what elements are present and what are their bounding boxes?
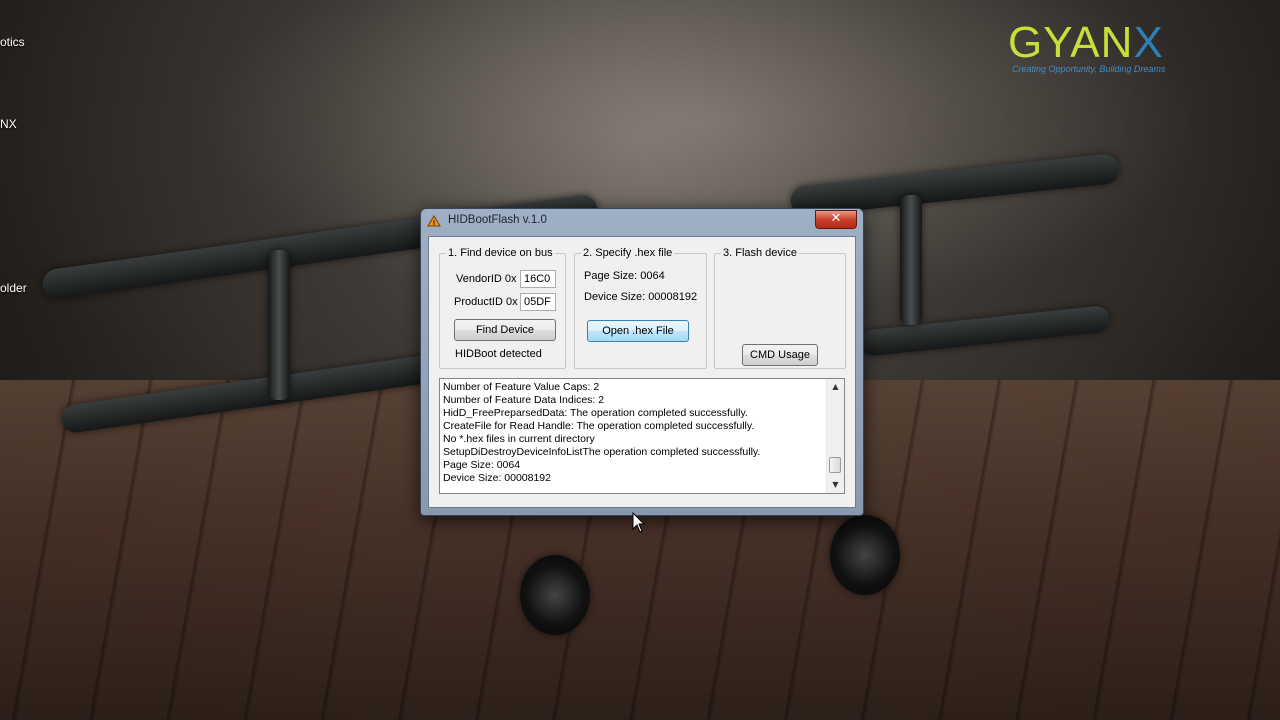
scroll-thumb[interactable] xyxy=(829,457,841,473)
window-title: HIDBootFlash v.1.0 xyxy=(448,214,547,226)
page-size-text: Page Size: 0064 xyxy=(584,270,665,282)
group-specify-hex-legend: 2. Specify .hex file xyxy=(583,247,673,259)
window-titlebar[interactable]: HIDBootFlash v.1.0 ✕ xyxy=(421,209,863,233)
desktop-icon-label[interactable]: older xyxy=(0,281,27,295)
group-find-device-legend: 1. Find device on bus xyxy=(448,247,553,259)
scroll-up-arrow-icon[interactable]: ▲ xyxy=(827,379,844,395)
log-line: Number of Feature Value Caps: 2 xyxy=(443,381,600,393)
app-icon xyxy=(427,215,441,227)
product-id-input[interactable]: 05DF xyxy=(520,293,556,311)
logo-tagline: Creating Opportunity, Building Dreams xyxy=(1012,64,1166,74)
log-line: Device Size: 00008192 xyxy=(443,472,551,484)
logo-wordmark: GYANX xyxy=(1008,18,1208,68)
group-flash-device-legend: 3. Flash device xyxy=(723,247,797,259)
logo-main-text: GYAN xyxy=(1008,18,1134,67)
log-line: Number of Feature Data Indices: 2 xyxy=(443,394,605,406)
desktop-icon-label[interactable]: otics xyxy=(0,35,25,49)
wallpaper-plane-wheel xyxy=(830,515,900,595)
device-status-text: HIDBoot detected xyxy=(455,348,542,360)
brand-logo: GYANX Creating Opportunity, Building Dre… xyxy=(1008,18,1208,74)
log-line: SetupDiDestroyDeviceInfoListThe operatio… xyxy=(443,446,761,458)
log-line: Page Size: 0064 xyxy=(443,459,521,471)
desktop-icon-label[interactable]: NX xyxy=(0,117,17,131)
wallpaper-plane-strut xyxy=(268,250,290,400)
mouse-cursor-icon xyxy=(632,512,646,533)
group-specify-hex: 2. Specify .hex file xyxy=(574,247,707,369)
device-size-text: Device Size: 00008192 xyxy=(584,291,698,303)
log-line: CreateFile for Read Handle: The operatio… xyxy=(443,420,755,432)
close-icon: ✕ xyxy=(830,211,842,226)
open-hex-file-button[interactable]: Open .hex File xyxy=(587,320,689,342)
log-scrollbar[interactable]: ▲ ▼ xyxy=(826,379,844,493)
vendor-id-input[interactable]: 16C0 xyxy=(520,270,556,288)
scroll-down-arrow-icon[interactable]: ▼ xyxy=(827,477,844,493)
log-textarea[interactable]: Number of Feature Value Caps: 2 Number o… xyxy=(439,378,845,494)
product-id-label: ProductID 0x xyxy=(454,296,518,308)
hidbootflash-window: HIDBootFlash v.1.0 ✕ 1. Find device on b… xyxy=(420,208,864,533)
logo-accent-text: X xyxy=(1133,18,1164,67)
find-device-button[interactable]: Find Device xyxy=(454,319,556,341)
vendor-id-label: VendorID 0x xyxy=(456,273,517,285)
wallpaper-plane-strut xyxy=(900,195,922,325)
log-line: HidD_FreePreparsedData: The operation co… xyxy=(443,407,748,419)
window-client-area: 1. Find device on bus VendorID 0x 16C0 P… xyxy=(428,236,856,508)
log-lines: Number of Feature Value Caps: 2 Number o… xyxy=(443,381,826,485)
cmd-usage-button[interactable]: CMD Usage xyxy=(742,344,818,366)
close-button[interactable]: ✕ xyxy=(815,210,857,229)
wallpaper-plane-wheel xyxy=(520,555,590,635)
log-line: No *.hex files in current directory xyxy=(443,433,595,445)
